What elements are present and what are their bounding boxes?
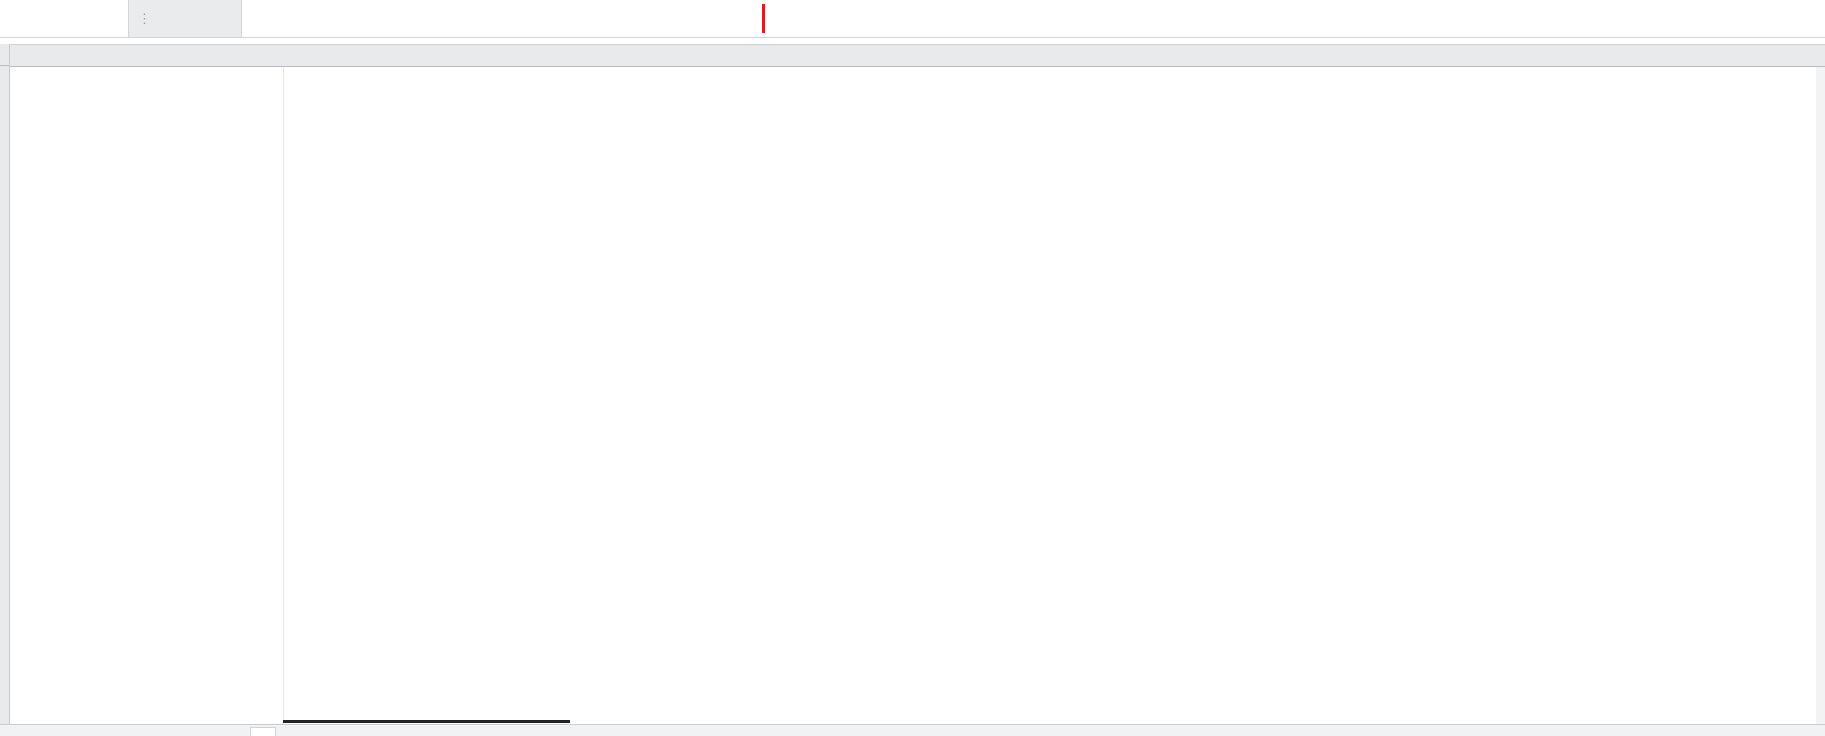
excel-app: ⋮ (0, 0, 1825, 736)
select-all-corner[interactable] (0, 44, 10, 66)
insert-function-button[interactable] (214, 0, 241, 37)
formula-input[interactable] (242, 0, 1825, 37)
column-headers (0, 44, 1825, 67)
formula-bar-handle-icon: ⋮ (138, 10, 151, 26)
enter-button[interactable] (187, 0, 214, 37)
sheet-tab[interactable] (250, 727, 276, 736)
cursor-marker (762, 4, 765, 33)
cells-grid (0, 0, 1825, 736)
sheet-tab-bar (0, 724, 1825, 736)
name-box[interactable] (0, 0, 129, 37)
formula-bar: ⋮ (0, 0, 1825, 38)
row-headers (0, 65, 10, 724)
range-bottom-border (283, 720, 570, 723)
cancel-button[interactable] (160, 0, 187, 37)
